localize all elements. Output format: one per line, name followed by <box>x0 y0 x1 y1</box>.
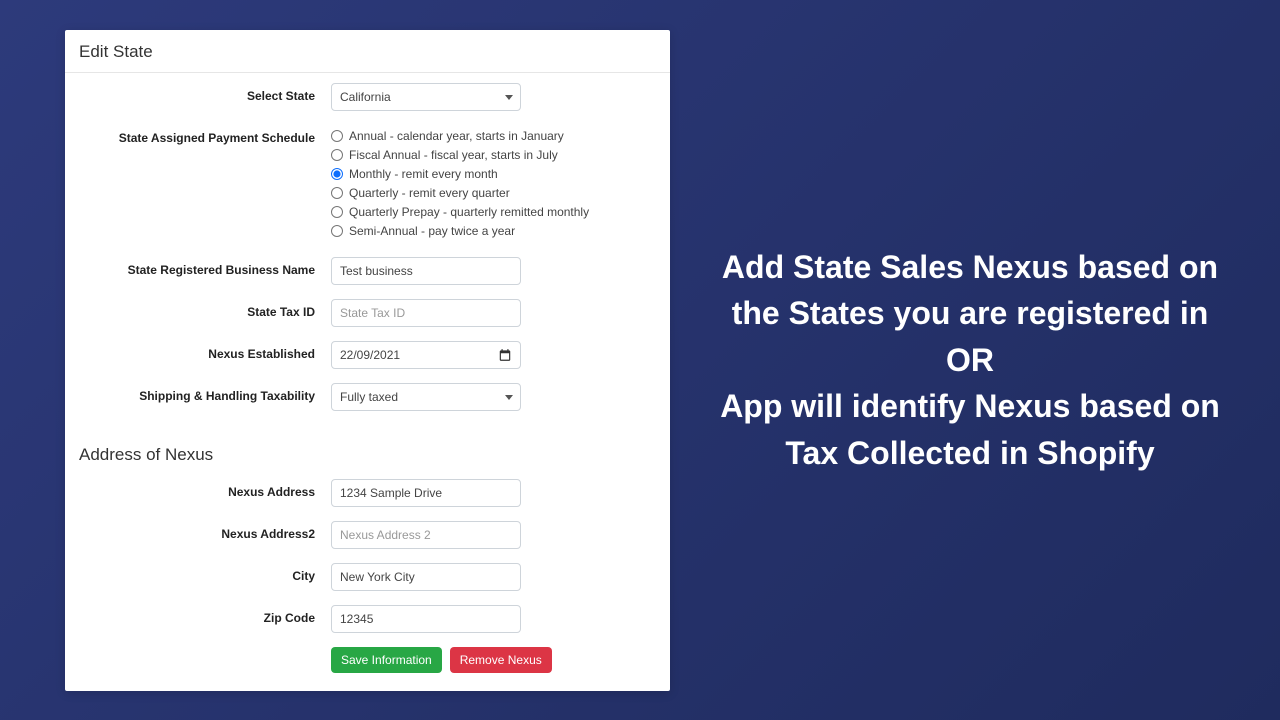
label-city: City <box>79 563 331 583</box>
schedule-radio[interactable] <box>331 130 343 142</box>
schedule-radio[interactable] <box>331 149 343 161</box>
label-nexus-established: Nexus Established <box>79 341 331 361</box>
schedule-option[interactable]: Annual - calendar year, starts in Januar… <box>331 129 656 143</box>
label-business-name: State Registered Business Name <box>79 257 331 277</box>
shipping-taxability-dropdown[interactable]: Fully taxed <box>331 383 521 411</box>
nexus-established-date[interactable]: 22/09/2021 <box>331 341 521 369</box>
schedule-radio[interactable] <box>331 206 343 218</box>
nexus-date-value: 22/09/2021 <box>340 348 400 362</box>
schedule-radio[interactable] <box>331 225 343 237</box>
schedule-option[interactable]: Quarterly - remit every quarter <box>331 186 656 200</box>
label-state-tax-id: State Tax ID <box>79 299 331 319</box>
schedule-radio[interactable] <box>331 168 343 180</box>
label-zip: Zip Code <box>79 605 331 625</box>
select-state-dropdown[interactable]: California <box>331 83 521 111</box>
nexus-address2-input[interactable] <box>331 521 521 549</box>
schedule-radio[interactable] <box>331 187 343 199</box>
schedule-option-label: Annual - calendar year, starts in Januar… <box>349 129 564 143</box>
card-title: Edit State <box>65 30 670 73</box>
schedule-option[interactable]: Fiscal Annual - fiscal year, starts in J… <box>331 148 656 162</box>
business-name-input[interactable] <box>331 257 521 285</box>
edit-state-card: Edit State Select State California State… <box>65 30 670 691</box>
schedule-option-label: Semi-Annual - pay twice a year <box>349 224 515 238</box>
nexus-address-input[interactable] <box>331 479 521 507</box>
zip-input[interactable] <box>331 605 521 633</box>
label-payment-schedule: State Assigned Payment Schedule <box>79 125 331 145</box>
label-nexus-address: Nexus Address <box>79 479 331 499</box>
schedule-option-label: Quarterly Prepay - quarterly remitted mo… <box>349 205 589 219</box>
remove-nexus-button[interactable]: Remove Nexus <box>450 647 552 673</box>
schedule-option-label: Fiscal Annual - fiscal year, starts in J… <box>349 148 558 162</box>
label-shipping-tax: Shipping & Handling Taxability <box>79 383 331 403</box>
schedule-option[interactable]: Semi-Annual - pay twice a year <box>331 224 656 238</box>
save-information-button[interactable]: Save Information <box>331 647 442 673</box>
label-nexus-address2: Nexus Address2 <box>79 521 331 541</box>
payment-schedule-options: Annual - calendar year, starts in Januar… <box>331 125 656 243</box>
promo-text: Add State Sales Nexus based on the State… <box>670 244 1240 476</box>
schedule-option-label: Quarterly - remit every quarter <box>349 186 510 200</box>
schedule-option[interactable]: Monthly - remit every month <box>331 167 656 181</box>
calendar-icon <box>498 348 512 362</box>
address-section-title: Address of Nexus <box>65 435 670 473</box>
label-select-state: Select State <box>79 83 331 103</box>
city-input[interactable] <box>331 563 521 591</box>
schedule-option-label: Monthly - remit every month <box>349 167 498 181</box>
schedule-option[interactable]: Quarterly Prepay - quarterly remitted mo… <box>331 205 656 219</box>
edit-state-form: Select State California State Assigned P… <box>65 73 670 435</box>
state-tax-id-input[interactable] <box>331 299 521 327</box>
